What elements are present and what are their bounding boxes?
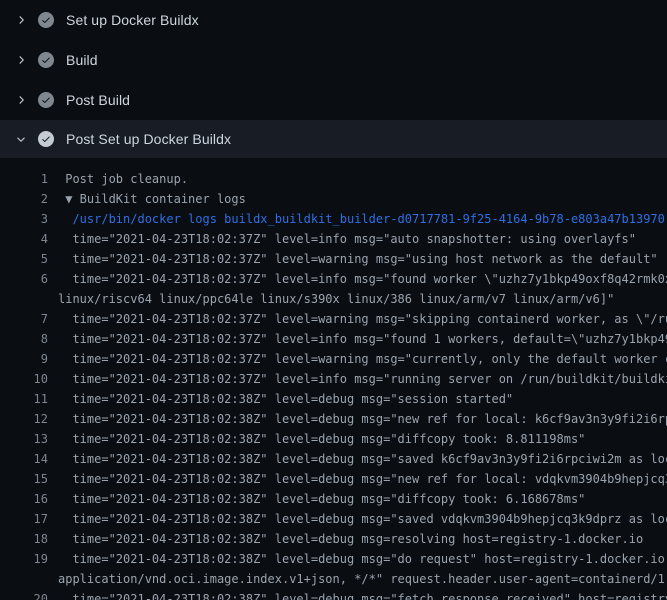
log-row: 8 time="2021-04-23T18:02:37Z" level=info… — [0, 329, 667, 349]
log-line-number[interactable]: 4 — [0, 229, 48, 249]
step-title: Post Build — [66, 92, 130, 108]
log-row: 4 time="2021-04-23T18:02:37Z" level=info… — [0, 229, 667, 249]
log-row: 13 time="2021-04-23T18:02:38Z" level=deb… — [0, 429, 667, 449]
log-line-text: Post job cleanup. — [48, 169, 188, 189]
log-row: 16 time="2021-04-23T18:02:38Z" level=deb… — [0, 489, 667, 509]
chevron-down-icon — [14, 132, 28, 146]
log-row: 17 time="2021-04-23T18:02:38Z" level=deb… — [0, 509, 667, 529]
log-line-number[interactable]: 16 — [0, 489, 48, 509]
chevron-right-icon — [14, 93, 28, 107]
steps-list: Set up Docker Buildx Build — [0, 0, 667, 158]
log-line-number[interactable]: 8 — [0, 329, 48, 349]
log-line-text: time="2021-04-23T18:02:37Z" level=info m… — [48, 269, 667, 289]
log-line-text: time="2021-04-23T18:02:37Z" level=warnin… — [48, 309, 667, 329]
log-line-text: time="2021-04-23T18:02:38Z" level=debug … — [48, 409, 667, 429]
log-row: 20 time="2021-04-23T18:02:38Z" level=deb… — [0, 589, 667, 600]
step-title: Set up Docker Buildx — [66, 12, 199, 28]
log-row: 10 time="2021-04-23T18:02:37Z" level=inf… — [0, 369, 667, 389]
log-line-text: /usr/bin/docker logs buildx_buildkit_bui… — [48, 209, 665, 229]
log-line-text: time="2021-04-23T18:02:38Z" level=debug … — [48, 529, 643, 549]
log-row: 12 time="2021-04-23T18:02:38Z" level=deb… — [0, 409, 667, 429]
log-line-text: time="2021-04-23T18:02:38Z" level=debug … — [48, 549, 667, 569]
step-header-post-set-up-docker-buildx[interactable]: Post Set up Docker Buildx — [0, 120, 667, 158]
log-line-number[interactable]: 18 — [0, 529, 48, 549]
chevron-right-icon — [14, 53, 28, 67]
log-row: 3 /usr/bin/docker logs buildx_buildkit_b… — [0, 209, 667, 229]
log-line-number[interactable]: 1 — [0, 169, 48, 189]
step-header-set-up-docker-buildx[interactable]: Set up Docker Buildx — [0, 0, 667, 40]
log-row: 11 time="2021-04-23T18:02:38Z" level=deb… — [0, 389, 667, 409]
log-line-number[interactable]: 3 — [0, 209, 48, 229]
log-row: 1 Post job cleanup. — [0, 169, 667, 189]
log-line-number — [0, 569, 48, 589]
log-line-text: linux/riscv64 linux/ppc64le linux/s390x … — [48, 289, 614, 309]
log-row: 19 time="2021-04-23T18:02:38Z" level=deb… — [0, 549, 667, 569]
chevron-right-icon — [14, 13, 28, 27]
log-line-number[interactable]: 6 — [0, 269, 48, 289]
log-line-number[interactable]: 5 — [0, 249, 48, 269]
log-line-number[interactable]: 14 — [0, 449, 48, 469]
log-line-text: application/vnd.oci.image.index.v1+json,… — [48, 569, 667, 589]
log-line-text: time="2021-04-23T18:02:38Z" level=debug … — [48, 509, 667, 529]
actions-log-viewer: { "colors": { "background": "#0a0d12", "… — [0, 0, 667, 600]
log-line-number[interactable]: 2 — [0, 189, 48, 209]
log-line-text: time="2021-04-23T18:02:37Z" level=info m… — [48, 329, 667, 349]
log-row: 2 ▼ BuildKit container logs — [0, 189, 667, 209]
log-line-number[interactable]: 13 — [0, 429, 48, 449]
check-circle-icon — [38, 131, 54, 147]
log-row: linux/riscv64 linux/ppc64le linux/s390x … — [0, 289, 667, 309]
log-line-text: time="2021-04-23T18:02:37Z" level=info m… — [48, 229, 636, 249]
log-line-text: time="2021-04-23T18:02:38Z" level=debug … — [48, 429, 585, 449]
log-row: 7 time="2021-04-23T18:02:37Z" level=warn… — [0, 309, 667, 329]
log-line-number[interactable]: 20 — [0, 589, 48, 600]
log-row: 6 time="2021-04-23T18:02:37Z" level=info… — [0, 269, 667, 289]
log-row: application/vnd.oci.image.index.v1+json,… — [0, 569, 667, 589]
log-line-number[interactable]: 12 — [0, 409, 48, 429]
log-line-text: time="2021-04-23T18:02:38Z" level=debug … — [48, 489, 585, 509]
log-line-text: time="2021-04-23T18:02:38Z" level=debug … — [48, 469, 667, 489]
log-row: 5 time="2021-04-23T18:02:37Z" level=warn… — [0, 249, 667, 269]
log-line-number[interactable]: 7 — [0, 309, 48, 329]
log-line-number[interactable]: 11 — [0, 389, 48, 409]
log-line-number[interactable]: 9 — [0, 349, 48, 369]
log-panel[interactable]: 1 Post job cleanup. 2 ▼ BuildKit contain… — [0, 160, 667, 600]
step-header-post-build[interactable]: Post Build — [0, 80, 667, 120]
step-title: Build — [66, 52, 98, 68]
log-row: 9 time="2021-04-23T18:02:37Z" level=warn… — [0, 349, 667, 369]
log-line-text: time="2021-04-23T18:02:37Z" level=warnin… — [48, 249, 658, 269]
log-line-text: time="2021-04-23T18:02:37Z" level=info m… — [48, 369, 667, 389]
check-circle-icon — [38, 52, 54, 68]
check-circle-icon — [38, 92, 54, 108]
log-line-number[interactable]: 15 — [0, 469, 48, 489]
log-line-text[interactable]: ▼ BuildKit container logs — [48, 189, 246, 209]
log-line-number[interactable]: 17 — [0, 509, 48, 529]
log-line-text: time="2021-04-23T18:02:38Z" level=debug … — [48, 389, 513, 409]
log-row: 18 time="2021-04-23T18:02:38Z" level=deb… — [0, 529, 667, 549]
log-row: 15 time="2021-04-23T18:02:38Z" level=deb… — [0, 469, 667, 489]
log-line-text: time="2021-04-23T18:02:38Z" level=debug … — [48, 589, 667, 600]
log-line-number — [0, 289, 48, 309]
check-circle-icon — [38, 12, 54, 28]
step-title: Post Set up Docker Buildx — [66, 131, 231, 147]
log-line-text: time="2021-04-23T18:02:38Z" level=debug … — [48, 449, 667, 469]
log-line-number[interactable]: 10 — [0, 369, 48, 389]
log-row: 14 time="2021-04-23T18:02:38Z" level=deb… — [0, 449, 667, 469]
log-line-text: time="2021-04-23T18:02:37Z" level=warnin… — [48, 349, 667, 369]
step-header-build[interactable]: Build — [0, 40, 667, 80]
log-line-number[interactable]: 19 — [0, 549, 48, 569]
